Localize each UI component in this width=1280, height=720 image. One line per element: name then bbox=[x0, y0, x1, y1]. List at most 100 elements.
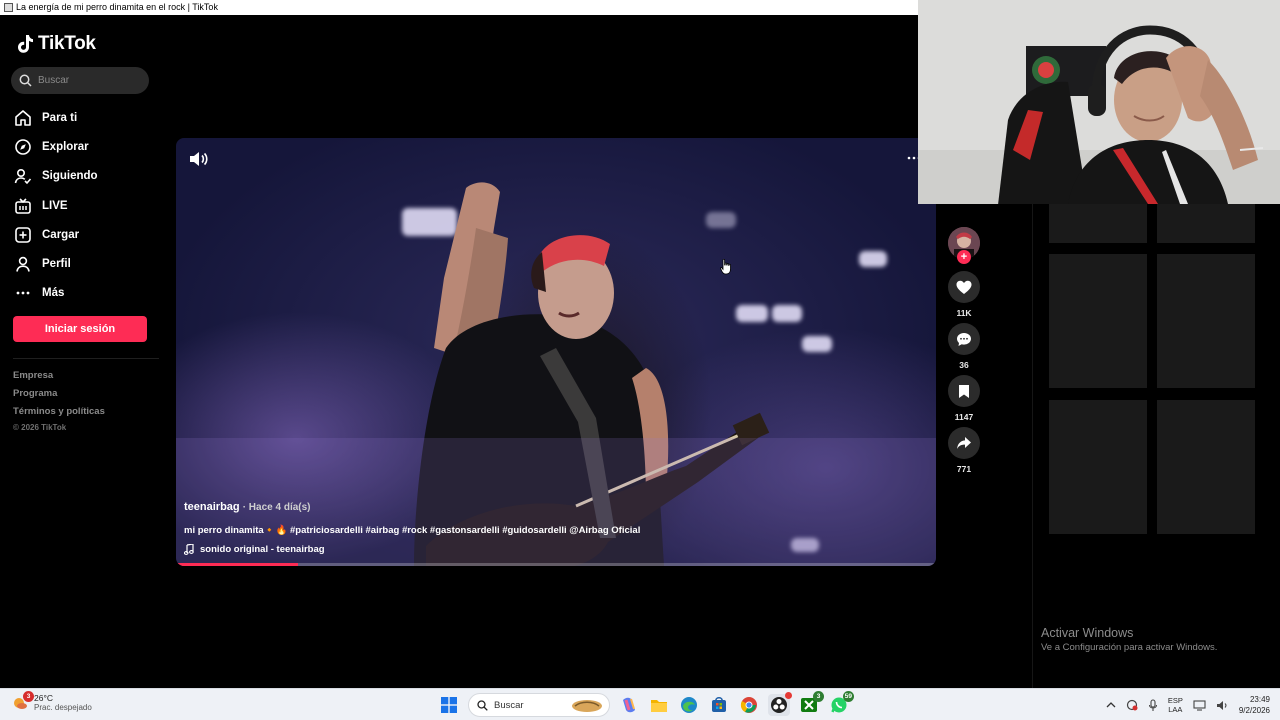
following-icon bbox=[14, 167, 32, 185]
sidebar-divider bbox=[13, 358, 159, 359]
webcam-image bbox=[918, 0, 1280, 204]
security-icon[interactable] bbox=[1126, 699, 1138, 711]
speaker-icon[interactable] bbox=[1216, 700, 1229, 711]
whatsapp-app[interactable]: 59 bbox=[828, 691, 854, 716]
video-player[interactable]: teenairbag · Hace 4 día(s) mi perro dina… bbox=[176, 138, 936, 566]
related-video-tile[interactable] bbox=[1049, 400, 1147, 534]
related-video-tile[interactable] bbox=[1157, 204, 1255, 243]
nav-item-live[interactable]: LIVE bbox=[14, 191, 98, 220]
weather-icon-wrap: 3 bbox=[12, 690, 34, 711]
comment-icon bbox=[957, 332, 971, 346]
logo-text: TikTok bbox=[38, 33, 96, 54]
chrome-icon bbox=[740, 697, 757, 713]
share-icon bbox=[957, 437, 971, 449]
screen: La energía de mi perro dinamita en el ro… bbox=[0, 0, 1280, 720]
tiktok-logo[interactable]: TikTok bbox=[16, 33, 96, 55]
clock-date: 9/2/2026 bbox=[1238, 706, 1270, 715]
windows-logo-icon bbox=[441, 697, 457, 713]
footer-link-programa[interactable]: Programa bbox=[13, 387, 105, 405]
nav-item-mas[interactable]: Más bbox=[14, 279, 98, 308]
search-highlight-icon bbox=[572, 700, 602, 712]
music-note-icon bbox=[184, 544, 194, 555]
footer-link-terminos[interactable]: Términos y políticas bbox=[13, 405, 105, 423]
taskbar-search[interactable]: Buscar bbox=[468, 693, 610, 717]
file-explorer-app[interactable] bbox=[648, 694, 670, 716]
xbox-app[interactable]: 3 bbox=[798, 691, 824, 716]
footer-links: Empresa Programa Términos y políticas © … bbox=[13, 369, 105, 432]
microphone-icon[interactable] bbox=[1148, 698, 1158, 712]
profile-icon bbox=[14, 255, 32, 273]
clock[interactable]: 23:49 9/2/2026 bbox=[1239, 694, 1270, 716]
video-author[interactable]: teenairbag bbox=[184, 501, 240, 513]
volume-button[interactable] bbox=[188, 150, 208, 168]
language-indicator[interactable]: ESP LAA bbox=[1168, 696, 1183, 714]
sidebar: TikTok Para ti Explorar Siguiendo LIVE bbox=[0, 15, 162, 688]
sound-label: sonido original - teenairbag bbox=[200, 544, 325, 555]
whatsapp-badge: 59 bbox=[842, 691, 854, 702]
copilot-app[interactable] bbox=[618, 694, 640, 716]
language-top: ESP bbox=[1167, 696, 1183, 705]
search-input[interactable] bbox=[38, 75, 138, 86]
nav-item-explorar[interactable]: Explorar bbox=[14, 132, 98, 161]
compass-icon bbox=[14, 138, 32, 156]
more-icon bbox=[14, 284, 32, 302]
creator-avatar-wrap[interactable]: + bbox=[948, 227, 980, 264]
like-button[interactable] bbox=[948, 271, 980, 303]
related-video-tile[interactable] bbox=[1049, 254, 1147, 388]
weather-temp: 26°C bbox=[34, 693, 53, 703]
weather-desc: Prac. despejado bbox=[34, 703, 92, 712]
related-video-tile[interactable] bbox=[1049, 204, 1147, 243]
save-count: 1147 bbox=[954, 412, 974, 422]
footer-link-empresa[interactable]: Empresa bbox=[13, 369, 105, 387]
search-icon bbox=[477, 699, 488, 711]
weather-widget[interactable]: 3 26°C Prac. despejado bbox=[12, 690, 92, 712]
start-button[interactable] bbox=[438, 694, 460, 716]
tiktok-logo-icon bbox=[18, 35, 33, 53]
recording-dot bbox=[785, 692, 792, 699]
xbox-badge: 3 bbox=[813, 691, 824, 702]
comment-button[interactable] bbox=[948, 323, 980, 355]
clock-time: 23:49 bbox=[1249, 695, 1270, 704]
edge-app[interactable] bbox=[678, 694, 700, 716]
video-time: · Hace 4 día(s) bbox=[242, 502, 311, 513]
related-video-tile[interactable] bbox=[1157, 400, 1255, 534]
nav-label: Perfil bbox=[42, 258, 71, 271]
video-author-line: teenairbag · Hace 4 día(s) bbox=[184, 501, 311, 513]
window-title: La energía de mi perro dinamita en el ro… bbox=[16, 2, 218, 12]
nav-label: Cargar bbox=[42, 228, 80, 241]
video-caption: mi perro dinamita🔸🔥 #patriciosardelli #a… bbox=[184, 525, 641, 536]
nav-label: Más bbox=[42, 287, 65, 300]
home-icon bbox=[14, 109, 32, 127]
chevron-up-icon[interactable] bbox=[1106, 701, 1116, 709]
obs-app[interactable] bbox=[768, 692, 792, 716]
main-nav: Para ti Explorar Siguiendo LIVE Cargar P… bbox=[14, 103, 98, 308]
store-app[interactable] bbox=[708, 694, 730, 716]
share-count: 771 bbox=[956, 464, 972, 474]
network-icon[interactable] bbox=[1193, 699, 1206, 711]
nav-item-cargar[interactable]: Cargar bbox=[14, 220, 98, 249]
save-button[interactable] bbox=[948, 375, 980, 407]
heart-icon bbox=[956, 280, 972, 294]
nav-item-para-ti[interactable]: Para ti bbox=[14, 103, 98, 132]
nav-item-siguiendo[interactable]: Siguiendo bbox=[14, 162, 98, 191]
activate-windows-watermark: Activar Windows Ve a Configuración para … bbox=[1041, 626, 1217, 653]
windows-taskbar: 3 26°C Prac. despejado Buscar 3 59 ESP L… bbox=[0, 688, 1280, 720]
search-icon bbox=[19, 74, 32, 87]
nav-item-perfil[interactable]: Perfil bbox=[14, 249, 98, 278]
follow-button[interactable]: + bbox=[957, 250, 971, 264]
search-box[interactable] bbox=[11, 67, 149, 94]
live-icon bbox=[14, 197, 32, 215]
share-button[interactable] bbox=[948, 427, 980, 459]
related-video-tile[interactable] bbox=[1157, 254, 1255, 388]
copyright: © 2026 TikTok bbox=[13, 423, 67, 432]
upload-icon bbox=[14, 226, 32, 244]
chrome-app[interactable] bbox=[738, 694, 760, 716]
video-sound[interactable]: sonido original - teenairbag bbox=[184, 544, 325, 555]
login-button[interactable]: Iniciar sesión bbox=[13, 316, 147, 342]
weather-badge: 3 bbox=[23, 690, 34, 702]
video-progress-bar[interactable] bbox=[176, 563, 936, 566]
copilot-icon bbox=[623, 697, 635, 713]
like-count: 11K bbox=[956, 308, 972, 318]
nav-label: Para ti bbox=[42, 111, 78, 124]
edge-icon bbox=[681, 697, 697, 713]
